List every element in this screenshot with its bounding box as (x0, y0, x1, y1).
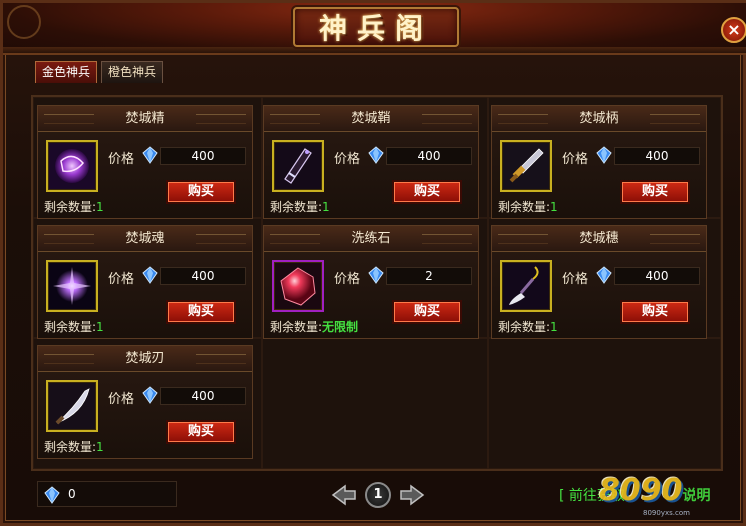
item-name: 焚城鞘 (264, 106, 478, 132)
item-name: 焚城穗 (492, 226, 706, 252)
buy-button[interactable]: 购买 (392, 180, 462, 204)
item-card: 焚城鞘 价格 400 购买 剩余数量:1 (263, 105, 479, 219)
diamond-icon (596, 146, 612, 164)
buy-button[interactable]: 购买 (166, 420, 236, 444)
remaining-value: 1 (550, 200, 558, 214)
price-label: 价格 (108, 392, 135, 407)
item-card: 焚城魂 价格 400 购买 剩余数量:1 (37, 225, 253, 339)
item-name: 焚城魂 (38, 226, 252, 252)
price-value: 400 (386, 147, 472, 165)
remaining-label: 剩余数量: (270, 320, 323, 334)
ornament-icon (7, 5, 41, 39)
remaining-value: 1 (550, 320, 558, 334)
pagination: 1 (331, 481, 425, 509)
diamond-icon (44, 486, 60, 504)
price-value: 400 (614, 147, 700, 165)
remaining-label: 剩余数量: (44, 320, 97, 334)
remaining-label: 剩余数量: (44, 440, 97, 454)
watermark-logo-text: 8090 (599, 473, 683, 508)
remaining-value: 1 (96, 440, 104, 454)
buy-button[interactable]: 购买 (392, 300, 462, 324)
remaining-label: 剩余数量: (270, 200, 323, 214)
buy-button[interactable]: 购买 (166, 300, 236, 324)
red-gem-icon[interactable] (272, 260, 324, 312)
title-plate: 神兵阁 (293, 7, 459, 47)
purple-orb-icon[interactable] (46, 140, 98, 192)
remaining-label: 剩余数量: (44, 200, 97, 214)
item-card: 焚城穗 价格 400 购买 剩余数量:1 (491, 225, 707, 339)
remaining-count: 剩余数量:1 (44, 198, 104, 215)
price-value: 400 (160, 147, 246, 165)
tassel-icon[interactable] (500, 260, 552, 312)
price-label: 价格 (562, 152, 589, 167)
buy-button[interactable]: 购买 (620, 300, 690, 324)
remaining-count: 剩余数量:1 (498, 318, 558, 335)
price-label: 价格 (108, 272, 135, 287)
remaining-count: 剩余数量:1 (270, 198, 330, 215)
remaining-count: 剩余数量:1 (498, 198, 558, 215)
tab-bar: 金色神兵 橙色神兵 (35, 61, 164, 83)
shop-window: 神兵阁 × 金色神兵 橙色神兵 焚城精 价格 400 购买 剩余数量:1 焚城鞘… (0, 0, 746, 526)
price-value: 400 (160, 267, 246, 285)
item-card: 焚城柄 价格 400 购买 剩余数量:1 (491, 105, 707, 219)
dark-scabbard-icon[interactable] (272, 140, 324, 192)
diamond-icon (142, 146, 158, 164)
price-value: 400 (160, 387, 246, 405)
item-name: 焚城精 (38, 106, 252, 132)
remaining-value: 无限制 (322, 320, 359, 334)
price-label: 价格 (334, 272, 361, 287)
divider (487, 97, 489, 469)
purple-spark-icon[interactable] (46, 260, 98, 312)
prev-page-icon[interactable] (331, 484, 357, 506)
diamond-icon (596, 266, 612, 284)
remaining-label: 剩余数量: (498, 320, 551, 334)
close-button[interactable]: × (721, 17, 746, 43)
item-name: 焚城刃 (38, 346, 252, 372)
remaining-value: 1 (322, 200, 330, 214)
diamond-icon (368, 146, 384, 164)
remaining-count: 剩余数量:1 (44, 318, 104, 335)
price-value: 400 (614, 267, 700, 285)
watermark-tail: 说明 (682, 488, 711, 504)
price-value: 2 (386, 267, 472, 285)
tab-gold-weapons[interactable]: 金色神兵 (35, 61, 98, 83)
gem-balance: 0 (37, 481, 177, 507)
price-label: 价格 (334, 152, 361, 167)
next-page-icon[interactable] (399, 484, 425, 506)
item-name: 洗练石 (264, 226, 478, 252)
buy-button[interactable]: 购买 (166, 180, 236, 204)
buy-button[interactable]: 购买 (620, 180, 690, 204)
remaining-label: 剩余数量: (498, 200, 551, 214)
item-card: 焚城刃 价格 400 购买 剩余数量:1 (37, 345, 253, 459)
diamond-icon (142, 266, 158, 284)
current-page: 1 (365, 482, 391, 508)
watermark-url: 8090yxs.com (643, 509, 690, 517)
diamond-icon (368, 266, 384, 284)
window-title: 神兵阁 (318, 12, 433, 45)
tab-orange-weapons[interactable]: 橙色神兵 (101, 61, 164, 83)
remaining-value: 1 (96, 200, 104, 214)
item-card: 洗练石 价格 2 购买 剩余数量:无限制 (263, 225, 479, 339)
diamond-icon (142, 386, 158, 404)
price-label: 价格 (108, 152, 135, 167)
title-bar: 神兵阁 × (3, 3, 746, 55)
remaining-value: 1 (96, 320, 104, 334)
blade-hilt-icon[interactable] (500, 140, 552, 192)
item-card: 焚城精 价格 400 购买 剩余数量:1 (37, 105, 253, 219)
remaining-count: 剩余数量:无限制 (270, 318, 358, 335)
item-name: 焚城柄 (492, 106, 706, 132)
gem-balance-value: 0 (68, 487, 76, 501)
remaining-count: 剩余数量:1 (44, 438, 104, 455)
curved-blade-icon[interactable] (46, 380, 98, 432)
price-label: 价格 (562, 272, 589, 287)
